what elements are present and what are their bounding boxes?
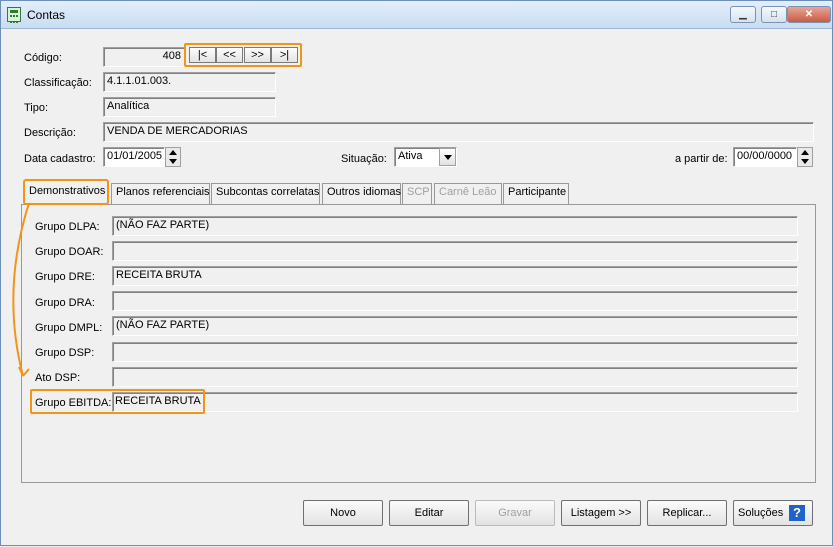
tab-demonstrativos[interactable]: Demonstrativos [23, 179, 109, 205]
solucoes-label: Soluções [738, 507, 784, 519]
replicar-button[interactable]: Replicar... [647, 500, 727, 526]
solucoes-button[interactable]: Soluções ? [733, 500, 813, 526]
listagem-button[interactable]: Listagem >> [561, 500, 641, 526]
help-icon: ? [789, 505, 805, 521]
gravar-button[interactable]: Gravar [475, 500, 555, 526]
editar-button[interactable]: Editar [389, 500, 469, 526]
novo-button[interactable]: Novo [303, 500, 383, 526]
window: Contas ▁ □ ✕ Código: 408 |< << >> >| Cla… [0, 0, 833, 546]
annotation-arrow [12, 202, 30, 377]
